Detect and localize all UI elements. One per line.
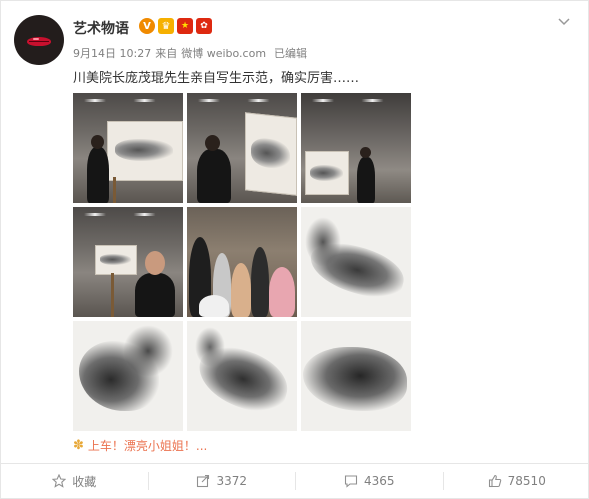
hongkong-flag-badge[interactable]: ✿ xyxy=(196,18,212,34)
verified-badge[interactable]: V xyxy=(139,18,155,34)
audience-member xyxy=(231,263,251,317)
photo-9-drawing[interactable] xyxy=(301,321,411,431)
post-source[interactable]: 微博 weibo.com xyxy=(181,45,266,61)
repost-hint[interactable]: ✽ 上车！漂亮小姐姐！... xyxy=(73,437,207,454)
photo-6-drawing[interactable] xyxy=(301,207,411,317)
thumbs-up-icon xyxy=(488,474,501,488)
easel xyxy=(111,273,114,317)
lips-icon xyxy=(27,37,51,46)
comment-button[interactable]: 4365 xyxy=(296,464,443,498)
ceiling-lights xyxy=(73,99,183,102)
author-badges: V ♛ ★ ✿ xyxy=(139,18,212,34)
charcoal-figure xyxy=(303,347,407,411)
photo-5-audience[interactable] xyxy=(187,207,297,317)
artist-head xyxy=(360,147,371,158)
comment-count: 4365 xyxy=(363,474,395,488)
audience-member xyxy=(199,295,229,317)
post-text: 川美院长庞茂琨先生亲自写生示范，确实厉害…… xyxy=(73,71,360,86)
photo-1-studio-demo[interactable] xyxy=(73,93,183,203)
artist-figure xyxy=(357,157,375,203)
drawing-board xyxy=(95,245,137,275)
post-timestamp[interactable]: 9月14日 10:27 xyxy=(73,45,151,61)
drawing-board xyxy=(245,112,297,196)
artist-head xyxy=(205,135,220,151)
artist-head xyxy=(145,251,165,275)
author-name[interactable]: 艺术物语 xyxy=(73,18,129,38)
photo-3-studio-demo[interactable] xyxy=(301,93,411,203)
share-icon xyxy=(197,474,210,488)
star-icon xyxy=(52,474,67,488)
comment-icon xyxy=(344,475,358,488)
drawing-board xyxy=(305,151,349,195)
drawing-board xyxy=(107,121,183,181)
easel xyxy=(113,177,116,203)
audience-member xyxy=(269,267,295,317)
favorite-button[interactable]: 收藏 xyxy=(1,464,148,498)
favorite-label: 收藏 xyxy=(72,474,97,489)
ceiling-lights xyxy=(301,99,411,102)
audience-member xyxy=(251,247,269,317)
china-flag-badge[interactable]: ★ xyxy=(177,18,193,34)
repost-button[interactable]: 3372 xyxy=(149,464,296,498)
repost-count: 3372 xyxy=(216,474,248,488)
photo-8-drawing[interactable] xyxy=(187,321,297,431)
post-meta: 9月14日 10:27 来自 微博 weibo.com 已编辑 xyxy=(73,45,307,61)
repost-hint-text: 上车！漂亮小姐姐！... xyxy=(87,439,208,453)
photo-grid xyxy=(73,93,411,431)
lips-highlight xyxy=(33,38,39,40)
action-bar: 收藏 3372 4365 78510 xyxy=(1,464,589,498)
ceiling-lights xyxy=(187,99,297,102)
via-prefix: 来自 xyxy=(155,47,178,60)
vip-crown-badge[interactable]: ♛ xyxy=(158,18,174,34)
photo-4-presenting[interactable] xyxy=(73,207,183,317)
artist-figure xyxy=(197,149,231,203)
weibo-post-card: 艺术物语 V ♛ ★ ✿ 9月14日 10:27 来自 微博 weibo.com… xyxy=(0,0,589,499)
artist-figure xyxy=(135,273,175,317)
like-count: 78510 xyxy=(507,474,546,488)
ceiling-lights xyxy=(73,213,183,216)
artist-head xyxy=(91,135,104,149)
artist-figure xyxy=(87,147,109,203)
like-button[interactable]: 78510 xyxy=(444,464,589,498)
photo-7-drawing[interactable] xyxy=(73,321,183,431)
author-avatar[interactable] xyxy=(14,15,64,65)
flower-icon: ✽ xyxy=(73,438,84,453)
chevron-down-icon[interactable] xyxy=(557,17,571,29)
photo-2-studio-demo[interactable] xyxy=(187,93,297,203)
edited-label[interactable]: 已编辑 xyxy=(274,45,307,61)
